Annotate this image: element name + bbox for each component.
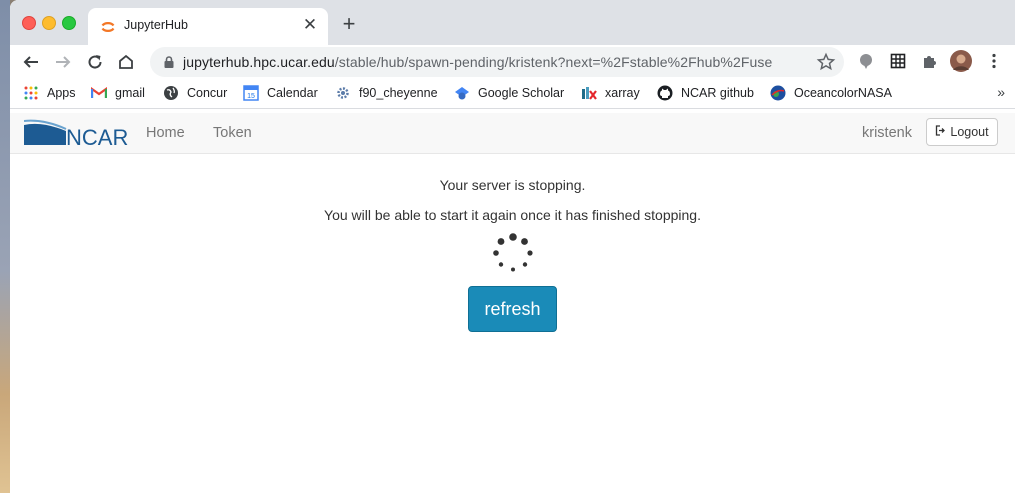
extension-bubble-icon[interactable] — [856, 51, 876, 71]
nav-token-link[interactable]: Token — [213, 125, 252, 141]
url-text: jupyterhub.hpc.ucar.edu/stable/hub/spawn… — [183, 54, 773, 70]
browser-toolbar: jupyterhub.hpc.ucar.edu/stable/hub/spawn… — [10, 45, 1015, 78]
forward-icon[interactable] — [51, 50, 75, 74]
profile-avatar[interactable] — [950, 50, 972, 72]
bookmark-star-icon[interactable] — [816, 52, 836, 72]
nav-home-link[interactable]: Home — [146, 125, 185, 141]
bookmark-label: xarray — [605, 86, 640, 100]
brand-text: NCAR — [66, 125, 128, 149]
close-window-button[interactable] — [22, 16, 36, 30]
reload-icon[interactable] — [83, 50, 107, 74]
tab-jupyterhub[interactable]: JupyterHub ✕ — [88, 8, 328, 45]
bookmark-label: f90_cheyenne — [359, 86, 438, 100]
nasa-icon — [770, 85, 786, 101]
lock-icon — [162, 55, 176, 69]
bookmark-label: Google Scholar — [478, 86, 565, 100]
bookmark-oceancolornasa[interactable]: OceancolorNASA — [770, 84, 892, 102]
bookmark-apps[interactable]: Apps — [23, 84, 76, 102]
puzzle-extensions-icon[interactable] — [920, 51, 940, 71]
scholar-icon — [454, 85, 470, 101]
more-bookmarks-icon[interactable]: » — [997, 84, 1005, 100]
bookmark-google-scholar[interactable]: Google Scholar — [454, 84, 564, 102]
bookmark-f90-cheyenne[interactable]: f90_cheyenne — [335, 84, 438, 102]
minimize-window-button[interactable] — [42, 16, 56, 30]
bookmark-label: gmail — [115, 86, 145, 100]
globe-icon — [163, 85, 179, 101]
sign-out-icon — [935, 125, 946, 139]
grid-extension-icon[interactable] — [888, 51, 908, 71]
ncar-logo[interactable]: NCAR — [23, 119, 130, 150]
maximize-window-button[interactable] — [62, 16, 76, 30]
xarray-icon — [581, 85, 597, 101]
bookmark-label: OceancolorNASA — [794, 86, 892, 100]
main-content: Your server is stopping. You will be abl… — [10, 154, 1015, 493]
bookmark-calendar[interactable]: 15 Calendar — [243, 84, 318, 102]
bookmarks-bar: Apps gmail Concur 15 Calendar f90_cheyen… — [10, 78, 1015, 109]
bookmark-gmail[interactable]: gmail — [91, 84, 145, 102]
home-icon[interactable] — [114, 50, 138, 74]
status-detail: You will be able to start it again once … — [324, 207, 701, 223]
bookmark-label: Concur — [187, 86, 228, 100]
bookmark-concur[interactable]: Concur — [163, 84, 227, 102]
status-message: Your server is stopping. — [439, 177, 586, 193]
gmail-icon — [91, 85, 107, 101]
tab-title: JupyterHub — [124, 18, 188, 32]
calendar-icon: 15 — [243, 85, 259, 101]
menu-kebab-icon[interactable] — [984, 51, 1004, 71]
hub-navbar: NCAR Home Token kristenk Logout — [10, 113, 1015, 154]
bookmark-label: Apps — [47, 86, 76, 100]
apps-grid-icon — [23, 85, 39, 101]
username: kristenk — [862, 125, 912, 141]
jupyter-icon — [100, 19, 116, 35]
close-tab-icon[interactable]: ✕ — [300, 15, 320, 35]
loading-spinner-icon — [491, 232, 535, 276]
gear-icon — [335, 85, 351, 101]
address-bar[interactable]: jupyterhub.hpc.ucar.edu/stable/hub/spawn… — [150, 47, 844, 77]
tab-strip: JupyterHub ✕ + — [10, 0, 1015, 45]
logout-label: Logout — [950, 125, 989, 139]
github-icon — [657, 85, 673, 101]
bookmark-label: Calendar — [267, 86, 318, 100]
refresh-button[interactable]: refresh — [468, 286, 557, 332]
logout-button[interactable]: Logout — [926, 118, 998, 146]
bookmark-label: NCAR github — [681, 86, 754, 100]
new-tab-button[interactable]: + — [338, 13, 360, 35]
back-icon[interactable] — [19, 50, 43, 74]
desktop-background — [0, 0, 10, 493]
svg-text:15: 15 — [247, 93, 255, 100]
url-path: /stable/hub/spawn-pending/kristenk?next=… — [334, 54, 773, 70]
browser-window: JupyterHub ✕ + jupyterhub.hpc.ucar.edu/s… — [10, 0, 1015, 493]
url-host: jupyterhub.hpc.ucar.edu — [183, 54, 335, 70]
bookmark-xarray[interactable]: xarray — [581, 84, 640, 102]
bookmark-ncar-github[interactable]: NCAR github — [657, 84, 754, 102]
